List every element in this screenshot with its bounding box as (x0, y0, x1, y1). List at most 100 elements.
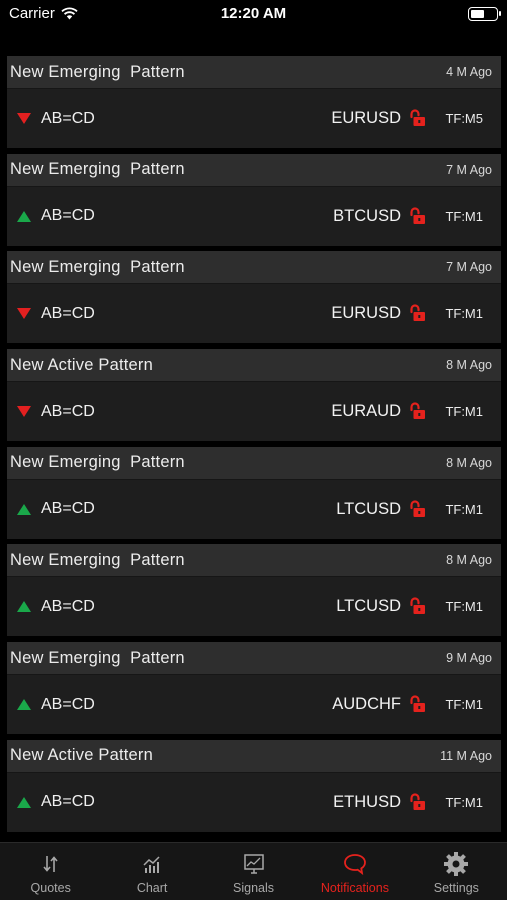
notification-body: AB=CD EURUSD TF:M5 (7, 89, 501, 148)
notification-age: 9 M Ago (446, 651, 492, 666)
notification-body: AB=CD EURAUD TF:M1 (7, 382, 501, 441)
unlock-icon[interactable] (408, 695, 426, 713)
arrow-down-icon (17, 406, 31, 418)
notification-body: AB=CD LTCUSD TF:M1 (7, 480, 501, 539)
notification-age: 8 M Ago (446, 358, 492, 373)
tab-label: Settings (433, 881, 479, 895)
notification-card[interactable]: New Emerging Pattern 4 M Ago AB=CD EURUS… (7, 56, 501, 148)
notification-title: New Emerging Pattern (10, 257, 185, 276)
timeframe: TF:M1 (445, 599, 483, 615)
notification-age: 7 M Ago (446, 162, 492, 177)
notification-title: New Active Pattern (10, 355, 153, 374)
notification-title: New Active Pattern (10, 746, 153, 765)
symbol-name: BTCUSD (333, 206, 401, 225)
tab-settings[interactable]: Settings (406, 843, 507, 900)
timeframe: TF:M1 (445, 697, 483, 713)
notification-title: New Emerging Pattern (10, 550, 185, 569)
notification-card[interactable]: New Emerging Pattern 9 M Ago AB=CD AUDCH… (7, 642, 501, 735)
unlock-icon[interactable] (408, 304, 426, 322)
unlock-icon[interactable] (408, 109, 426, 127)
notification-card[interactable]: New Emerging Pattern 8 M Ago AB=CD LTCUS… (7, 446, 501, 539)
notification-header: New Emerging Pattern 7 M Ago (7, 251, 501, 285)
unlock-icon[interactable] (408, 793, 426, 811)
pattern-name: AB=CD (41, 793, 95, 811)
timeframe: TF:M1 (445, 208, 483, 224)
notification-body: AB=CD AUDCHF TF:M1 (7, 675, 501, 734)
notification-age: 7 M Ago (446, 260, 492, 275)
symbol-name: ETHUSD (333, 792, 401, 811)
notification-age: 4 M Ago (446, 65, 492, 79)
status-bar: Carrier 12:20 AM (0, 0, 507, 30)
notification-title: New Emerging Pattern (10, 160, 185, 179)
notification-body: AB=CD EURUSD TF:M1 (7, 284, 501, 343)
symbol-name: LTCUSD (336, 499, 401, 518)
notification-card[interactable]: New Active Pattern 8 M Ago AB=CD EURAUD … (7, 349, 501, 442)
tab-label: Signals (233, 881, 275, 895)
notification-age: 8 M Ago (446, 553, 492, 568)
tab-label: Notifications (320, 881, 389, 895)
symbol-name: EURUSD (331, 304, 401, 323)
pattern-name: AB=CD (41, 402, 95, 420)
pattern-name: AB=CD (41, 207, 95, 225)
pattern-name: AB=CD (41, 695, 95, 713)
notification-card[interactable]: New Emerging Pattern 8 M Ago AB=CD LTCUS… (7, 544, 501, 637)
notification-list[interactable]: New Emerging Pattern 4 M Ago AB=CD EURUS… (7, 56, 501, 838)
notification-card[interactable]: New Emerging Pattern 7 M Ago AB=CD EURUS… (7, 251, 501, 344)
tab-label: Quotes (30, 881, 71, 895)
status-time: 12:20 AM (220, 5, 287, 22)
tab-signals[interactable]: Signals (203, 843, 304, 900)
arrow-up-icon (17, 210, 31, 222)
notification-title: New Emerging Pattern (10, 62, 185, 81)
notification-card[interactable]: New Emerging Pattern 7 M Ago AB=CD BTCUS… (7, 153, 501, 246)
notification-title: New Emerging Pattern (10, 648, 185, 667)
notification-age: 8 M Ago (446, 455, 492, 470)
arrow-up-icon (17, 796, 31, 808)
notification-body: AB=CD ETHUSD TF:M1 (7, 773, 501, 832)
symbol-name: LTCUSD (336, 597, 401, 616)
notification-header: New Emerging Pattern 8 M Ago (7, 544, 501, 578)
arrow-down-icon (17, 113, 31, 124)
arrow-up-icon (17, 503, 31, 515)
pattern-name: AB=CD (41, 500, 95, 518)
timeframe: TF:M1 (445, 501, 483, 517)
battery-level (471, 10, 484, 18)
signals-icon (241, 851, 267, 877)
tab-chart[interactable]: Chart (101, 843, 202, 900)
notification-title: New Emerging Pattern (10, 453, 185, 472)
symbol-name: AUDCHF (332, 695, 401, 714)
notification-header: New Emerging Pattern 7 M Ago (7, 153, 501, 187)
notification-body: AB=CD LTCUSD TF:M1 (7, 577, 501, 636)
pattern-name: AB=CD (41, 597, 95, 615)
notification-age: 11 M Ago (440, 748, 492, 763)
symbol-name: EURAUD (331, 402, 401, 421)
notification-header: New Active Pattern 8 M Ago (7, 349, 501, 383)
arrow-down-icon (17, 308, 31, 320)
notification-header: New Emerging Pattern 9 M Ago (7, 642, 501, 676)
unlock-icon[interactable] (408, 500, 426, 518)
timeframe: TF:M1 (445, 306, 483, 322)
gear-icon (443, 851, 469, 877)
notification-card[interactable]: New Active Pattern 11 M Ago AB=CD ETHUSD… (7, 739, 501, 832)
pattern-name: AB=CD (41, 109, 95, 127)
arrow-up-icon (17, 601, 31, 613)
tab-quotes[interactable]: Quotes (0, 843, 101, 900)
tab-notifications[interactable]: Notifications (304, 843, 405, 900)
arrow-up-icon (17, 699, 31, 711)
tab-bar: Quotes Chart Signals Notifications Setti… (0, 842, 507, 900)
unlock-icon[interactable] (408, 207, 426, 225)
symbol-name: EURUSD (331, 109, 401, 127)
pattern-name: AB=CD (41, 304, 95, 322)
unlock-icon[interactable] (408, 597, 426, 615)
notification-header: New Emerging Pattern 4 M Ago (7, 56, 501, 89)
chart-icon (139, 851, 165, 877)
tab-label: Chart (136, 881, 168, 895)
timeframe: TF:M5 (445, 111, 483, 126)
notifications-icon (342, 851, 368, 877)
quotes-icon (38, 851, 64, 877)
timeframe: TF:M1 (445, 794, 483, 810)
notification-body: AB=CD BTCUSD TF:M1 (7, 187, 501, 246)
unlock-icon[interactable] (408, 402, 426, 420)
notification-header: New Active Pattern 11 M Ago (7, 739, 501, 773)
notification-header: New Emerging Pattern 8 M Ago (7, 446, 501, 480)
battery-icon (468, 7, 501, 21)
